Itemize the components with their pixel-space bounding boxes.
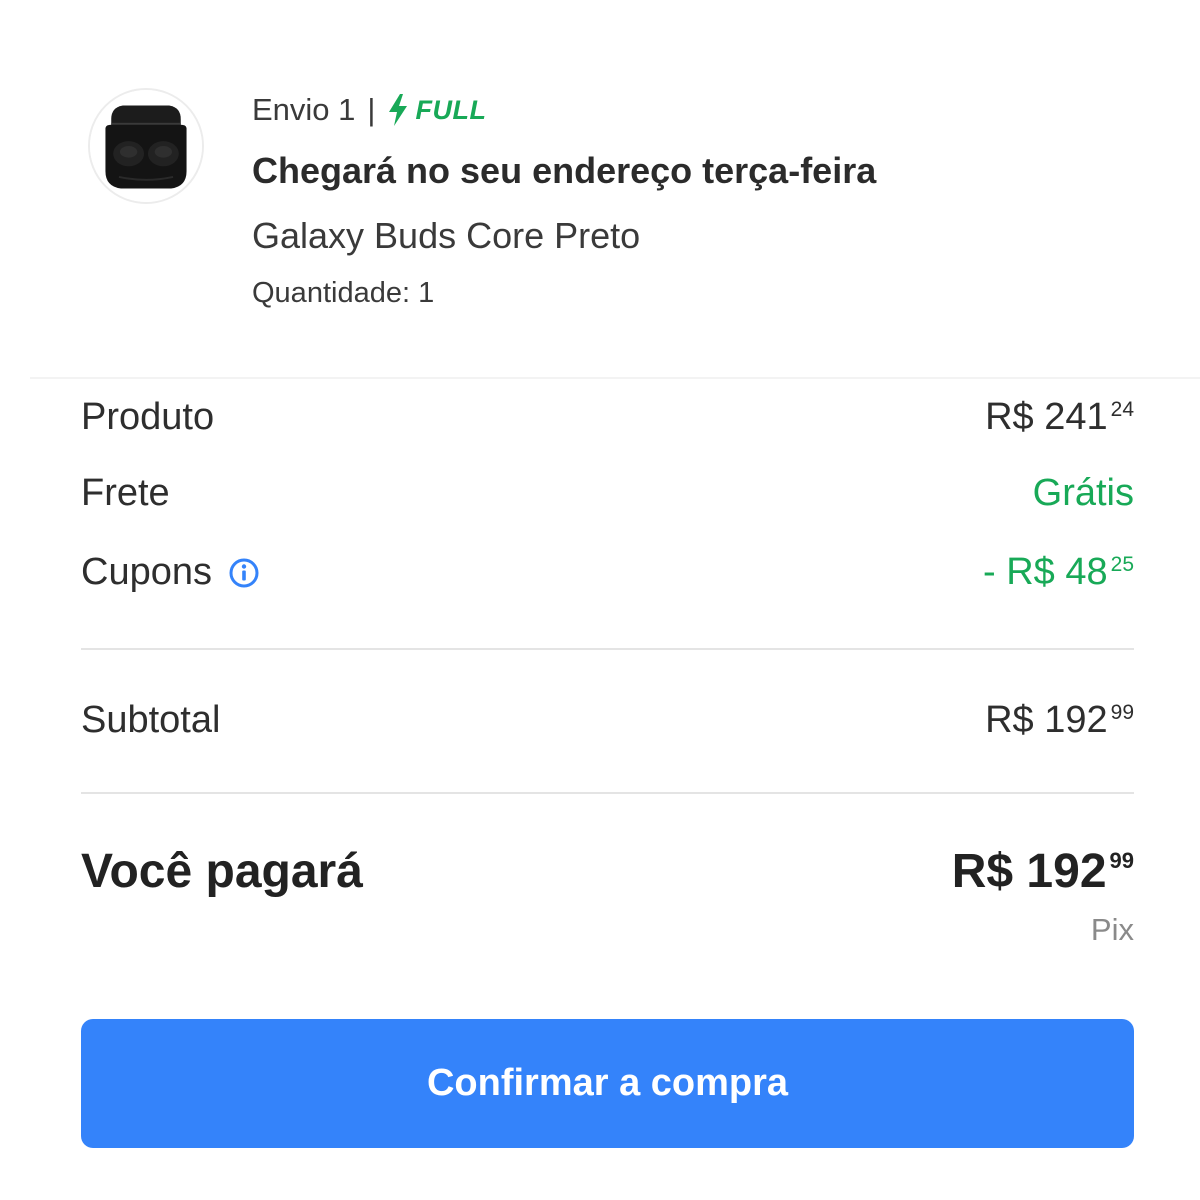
summary-row-frete: Frete Grátis xyxy=(81,472,1134,515)
shipment-card: Envio 1 | FULL Chegará no seu endereço t… xyxy=(0,0,1200,378)
produto-amount-cents: 24 xyxy=(1110,398,1134,421)
subtotal-label: Subtotal xyxy=(81,699,221,741)
total-amount-cents: 99 xyxy=(1109,848,1134,873)
summary-row-total: Você pagará R$ 192 99 xyxy=(81,844,1134,899)
subtotal-amount-cents: 99 xyxy=(1110,701,1134,724)
separator: | xyxy=(367,92,376,127)
divider xyxy=(81,648,1134,650)
info-icon[interactable] xyxy=(228,557,260,589)
divider xyxy=(81,792,1134,794)
subtotal-amount: R$ 192 99 xyxy=(985,699,1134,742)
cupons-amount-cents: 25 xyxy=(1110,553,1134,576)
product-quantity: Quantidade: 1 xyxy=(252,277,435,309)
cupons-label-group: Cupons xyxy=(81,551,260,594)
earbuds-case-image xyxy=(90,90,202,202)
full-badge-label: FULL xyxy=(415,94,487,125)
product-name: Galaxy Buds Core Preto xyxy=(252,215,641,256)
cupons-amount: - R$ 48 25 xyxy=(983,551,1134,594)
full-badge: FULL xyxy=(387,94,486,126)
summary-row-produto: Produto R$ 241 24 xyxy=(81,396,1134,439)
total-label: Você pagará xyxy=(81,845,363,898)
payment-method: Pix xyxy=(1090,912,1134,947)
section-divider xyxy=(30,377,1200,379)
summary-row-cupons: Cupons - R$ 48 25 xyxy=(81,551,1134,594)
frete-label: Frete xyxy=(81,472,170,514)
product-thumbnail[interactable] xyxy=(88,88,204,204)
arrival-text: Chegará no seu endereço terça-feira xyxy=(252,150,877,191)
confirm-purchase-button[interactable]: Confirmar a compra xyxy=(81,1019,1134,1148)
lightning-bolt-icon xyxy=(389,94,408,126)
subtotal-amount-value: R$ 192 xyxy=(985,699,1108,741)
summary-row-subtotal: Subtotal R$ 192 99 xyxy=(81,699,1134,742)
frete-amount: Grátis xyxy=(1032,472,1134,514)
produto-label: Produto xyxy=(81,396,215,438)
produto-amount-value: R$ 241 xyxy=(985,396,1108,438)
total-amount-value: R$ 192 xyxy=(951,845,1107,898)
produto-amount: R$ 241 24 xyxy=(985,396,1134,439)
cupons-amount-value: - R$ 48 xyxy=(983,551,1108,593)
envio-label: Envio 1 xyxy=(252,92,356,127)
total-amount: R$ 192 99 xyxy=(952,844,1134,899)
shipment-header: Envio 1 | FULL xyxy=(252,88,486,132)
cupons-label: Cupons xyxy=(81,551,212,593)
